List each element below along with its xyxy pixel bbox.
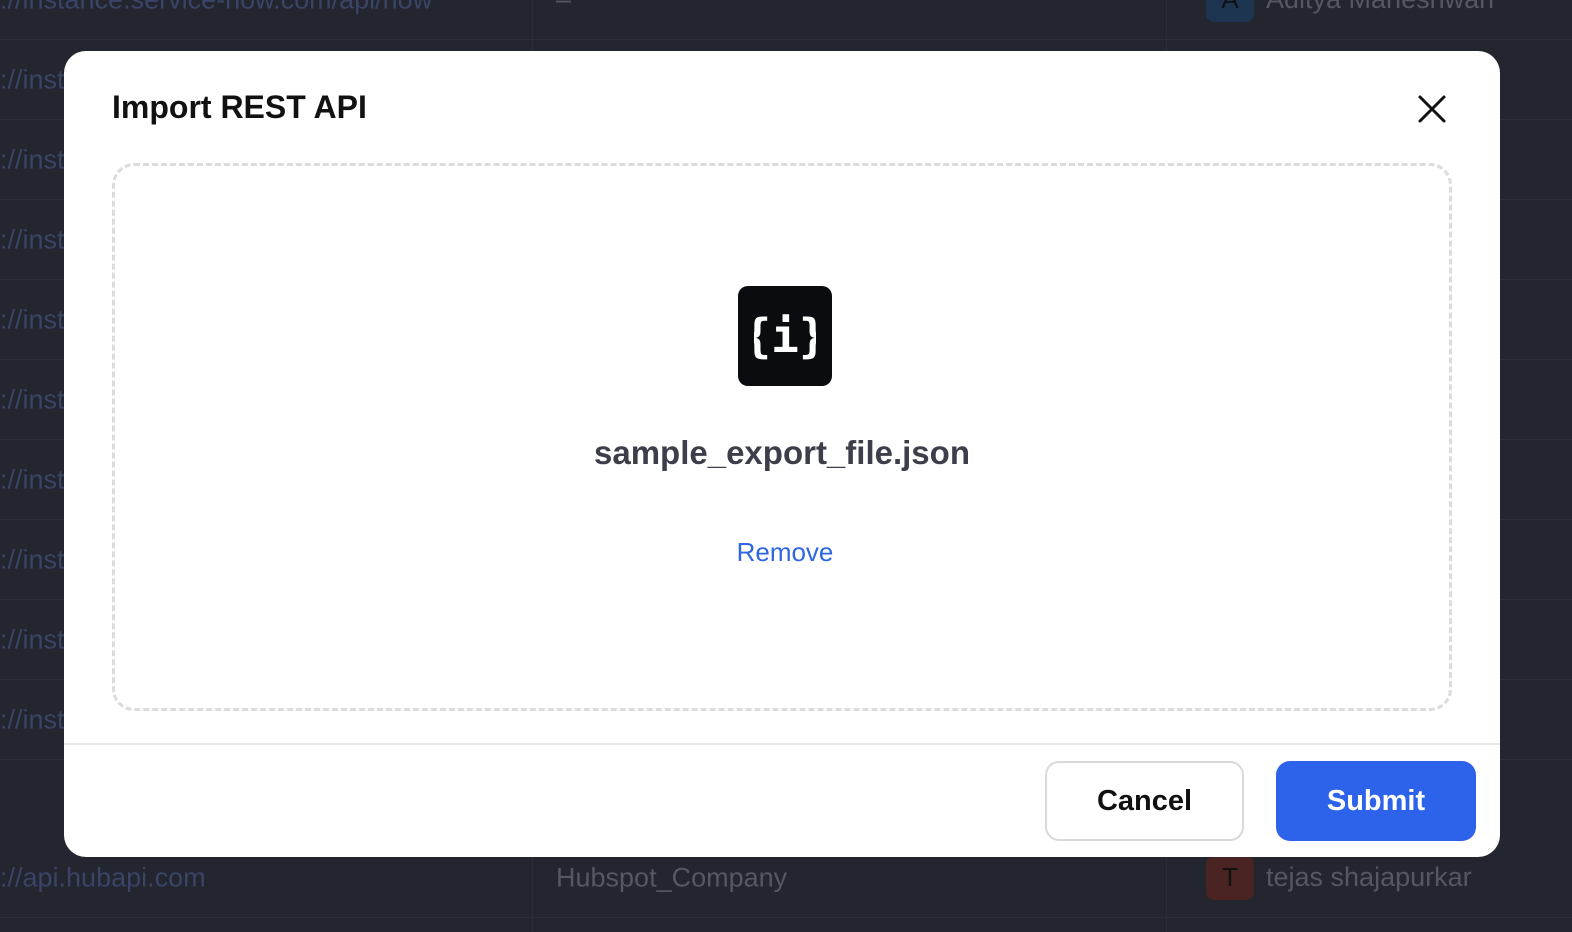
- avatar: T: [1206, 855, 1254, 900]
- modal-title: Import REST API: [112, 89, 367, 125]
- row-owner: Ttejas shajapurkar: [1206, 855, 1472, 900]
- row-url: ://inst: [0, 544, 65, 574]
- import-rest-api-modal: Import REST API {i} sample_export_file.j…: [64, 51, 1500, 857]
- row-url: ://inst: [0, 64, 65, 94]
- avatar: A: [1206, 0, 1254, 22]
- json-braces-glyph: {i}: [754, 309, 816, 363]
- row-url: ://instance.service-now.com/api/now: [0, 0, 432, 15]
- table-row[interactable]: ://instance.service-now.com/api/now – A Adi…: [0, 0, 1572, 40]
- close-icon: [1418, 95, 1446, 123]
- remove-file-link[interactable]: Remove: [685, 536, 885, 569]
- row-name: –: [556, 0, 571, 15]
- row-url: ://inst: [0, 224, 65, 254]
- row-url: ://inst: [0, 304, 65, 334]
- owner-name: tejas shajapurkar: [1266, 862, 1472, 892]
- row-name: Hubspot_Company: [556, 862, 788, 892]
- close-button[interactable]: [1414, 91, 1450, 127]
- row-url: ://inst: [0, 464, 65, 494]
- file-dropzone[interactable]: {i} sample_export_file.json Remove: [112, 163, 1452, 711]
- svg-text:{i}: {i}: [754, 309, 816, 363]
- row-owner: A Aditya Maheshwari: [1206, 0, 1494, 22]
- row-url: ://inst: [0, 384, 65, 414]
- cancel-button[interactable]: Cancel: [1045, 761, 1244, 841]
- footer-divider: [64, 743, 1500, 745]
- submit-button[interactable]: Submit: [1276, 761, 1476, 841]
- row-url: ://inst: [0, 704, 65, 734]
- json-file-icon: {i}: [738, 286, 832, 386]
- row-url: ://inst: [0, 144, 65, 174]
- file-name: sample_export_file.json: [594, 434, 970, 471]
- owner-name: Aditya Maheshwari: [1266, 0, 1494, 15]
- row-url: ://api.hubapi.com: [0, 862, 206, 892]
- row-url: ://inst: [0, 624, 65, 654]
